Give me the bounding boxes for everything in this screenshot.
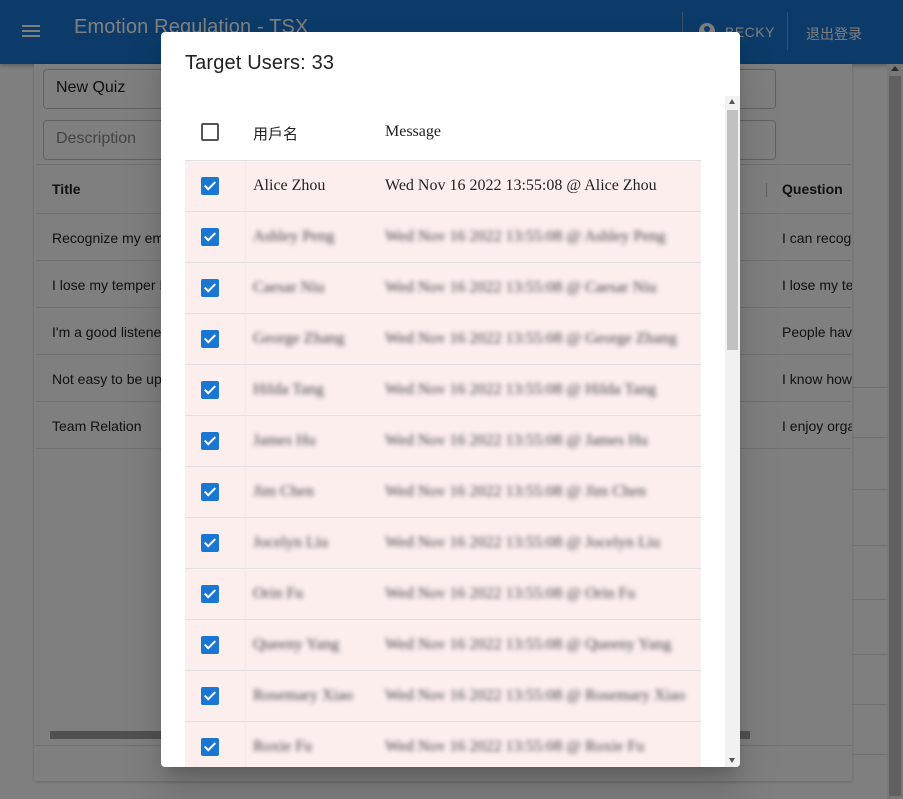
user-checkbox[interactable] [201, 279, 219, 297]
user-row[interactable]: Caesar Niu Wed Nov 16 2022 13:55:08 @ Cae… [185, 263, 701, 314]
column-separator [245, 671, 246, 722]
user-row[interactable]: Roxie Fu Wed Nov 16 2022 13:55:08 @ Roxie… [185, 722, 701, 767]
user-checkbox[interactable] [201, 330, 219, 348]
username-cell: Ashley Peng [253, 228, 335, 245]
checkbox-mark-icon [201, 330, 219, 348]
column-separator [245, 161, 246, 212]
user-checkbox[interactable] [201, 636, 219, 654]
message-cell: Wed Nov 16 2022 13:55:08 @ Alice Zhou [385, 177, 657, 194]
column-separator [245, 314, 246, 365]
username-cell: Jim Chen [253, 483, 314, 500]
message-cell: Wed Nov 16 2022 13:55:08 @ Orin Fu [385, 585, 636, 602]
checkbox-mark-icon [201, 687, 219, 705]
users-table: 用戶名 Message Alice Zhou Wed Nov 16 2022 13… [185, 96, 701, 767]
username-cell: Caesar Niu [253, 279, 325, 296]
user-checkbox[interactable] [201, 585, 219, 603]
column-separator [245, 212, 246, 263]
column-separator [245, 416, 246, 467]
user-checkbox[interactable] [201, 177, 219, 195]
message-cell: Wed Nov 16 2022 13:55:08 @ Hilda Tang [385, 381, 657, 398]
user-row[interactable]: Jim Chen Wed Nov 16 2022 13:55:08 @ Jim C… [185, 467, 701, 518]
checkbox-mark-icon [201, 483, 219, 501]
username-cell: Roxie Fu [253, 738, 313, 755]
message-cell: Wed Nov 16 2022 13:55:08 @ Rosemary Xiao [385, 687, 686, 704]
column-separator [245, 722, 246, 767]
select-all-checkbox[interactable] [201, 123, 219, 141]
user-row[interactable]: Hilda Tang Wed Nov 16 2022 13:55:08 @ Hil… [185, 365, 701, 416]
column-separator [245, 467, 246, 518]
user-checkbox[interactable] [201, 432, 219, 450]
username-cell: George Zhang [253, 330, 345, 347]
dialog-scrollbar[interactable] [725, 96, 740, 767]
message-cell: Wed Nov 16 2022 13:55:08 @ Caesar Niu [385, 279, 657, 296]
user-row[interactable]: Ashley Peng Wed Nov 16 2022 13:55:08 @ As… [185, 212, 701, 263]
username-cell: James Hu [253, 432, 316, 449]
checkbox-mark-icon [201, 381, 219, 399]
username-cell: Hilda Tang [253, 381, 325, 398]
username-cell: Queeny Yang [253, 636, 340, 653]
scroll-down-icon[interactable] [729, 758, 735, 763]
checkbox-mark-icon [201, 177, 219, 195]
message-cell: Wed Nov 16 2022 13:55:08 @ Queeny Yang [385, 636, 672, 653]
user-row[interactable]: Orin Fu Wed Nov 16 2022 13:55:08 @ Orin F… [185, 569, 701, 620]
checkbox-mark-icon [201, 228, 219, 246]
user-checkbox[interactable] [201, 381, 219, 399]
username-cell: Alice Zhou [253, 177, 326, 194]
user-checkbox[interactable] [201, 687, 219, 705]
user-row[interactable]: Jocelyn Liu Wed Nov 16 2022 13:55:08 @ Jo… [185, 518, 701, 569]
user-checkbox[interactable] [201, 228, 219, 246]
checkbox-mark-icon [201, 738, 219, 756]
scrollbar-thumb[interactable] [727, 110, 738, 350]
username-cell: Jocelyn Liu [253, 534, 329, 551]
user-checkbox[interactable] [201, 534, 219, 552]
checkbox-mark-icon [201, 432, 219, 450]
message-cell: Wed Nov 16 2022 13:55:08 @ Jocelyn Liu [385, 534, 661, 551]
column-separator [245, 569, 246, 620]
column-separator [245, 263, 246, 314]
target-users-dialog: Target Users: 33 用戶名 Message Alice Zhou W… [161, 32, 740, 767]
user-checkbox[interactable] [201, 483, 219, 501]
column-header-username: 用戶名 [253, 125, 299, 143]
dialog-content: 用戶名 Message Alice Zhou Wed Nov 16 2022 13… [185, 96, 740, 767]
user-row[interactable]: Queeny Yang Wed Nov 16 2022 13:55:08 @ Qu… [185, 620, 701, 671]
dialog-title: Target Users: 33 [185, 52, 335, 74]
message-cell: Wed Nov 16 2022 13:55:08 @ James Hu [385, 432, 648, 449]
user-row[interactable]: James Hu Wed Nov 16 2022 13:55:08 @ James… [185, 416, 701, 467]
column-separator [245, 620, 246, 671]
checkbox-mark-icon [201, 636, 219, 654]
column-header-message: Message [385, 123, 441, 140]
message-cell: Wed Nov 16 2022 13:55:08 @ Ashley Peng [385, 228, 666, 245]
username-cell: Orin Fu [253, 585, 304, 602]
user-row[interactable]: George Zhang Wed Nov 16 2022 13:55:08 @ G… [185, 314, 701, 365]
column-separator [245, 365, 246, 416]
checkbox-mark-icon [201, 534, 219, 552]
checkbox-mark-icon [201, 585, 219, 603]
column-separator [245, 518, 246, 569]
username-cell: Rosemary Xiao [253, 687, 353, 704]
user-checkbox[interactable] [201, 738, 219, 756]
scroll-up-icon[interactable] [729, 99, 735, 104]
message-cell: Wed Nov 16 2022 13:55:08 @ Roxie Fu [385, 738, 645, 755]
user-row[interactable]: Rosemary Xiao Wed Nov 16 2022 13:55:08 @ … [185, 671, 701, 722]
message-cell: Wed Nov 16 2022 13:55:08 @ Jim Chen [385, 483, 646, 500]
user-row[interactable]: Alice Zhou Wed Nov 16 2022 13:55:08 @ Ali… [185, 161, 701, 212]
message-cell: Wed Nov 16 2022 13:55:08 @ George Zhang [385, 330, 677, 347]
checkbox-mark-icon [201, 279, 219, 297]
users-table-header: 用戶名 Message [185, 96, 701, 161]
